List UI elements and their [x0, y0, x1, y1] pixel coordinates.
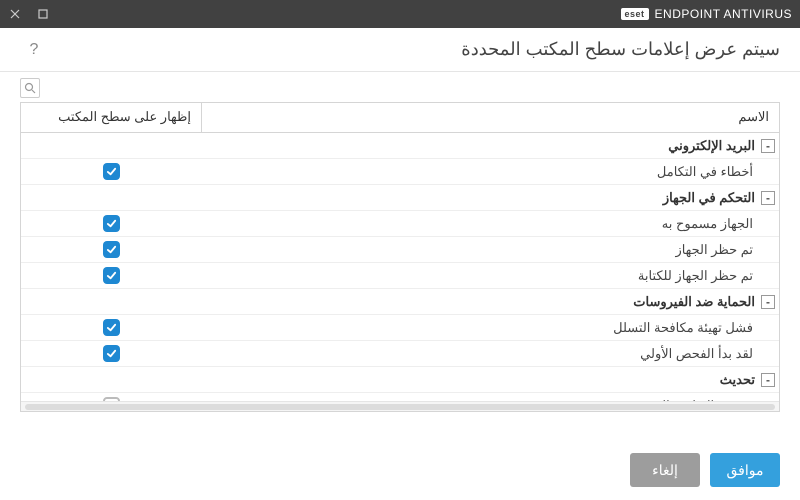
dialog-footer: إلغاء موافق [0, 440, 800, 500]
search-button[interactable] [20, 78, 40, 98]
group-row[interactable]: -تحديث [21, 367, 779, 393]
item-name: الجهاز مسموح به [201, 216, 779, 232]
collapse-icon[interactable]: - [761, 373, 775, 387]
show-checkbox[interactable] [103, 267, 120, 284]
cancel-button[interactable]: إلغاء [630, 453, 700, 487]
table-row: لقد بدأ الفحص الأولي [21, 341, 779, 367]
dialog-header: سيتم عرض إعلامات سطح المكتب المحددة ? [0, 28, 800, 72]
show-checkbox[interactable] [103, 319, 120, 336]
group-label: الحماية ضد الفيروسات [633, 294, 755, 310]
maximize-icon[interactable] [36, 7, 50, 21]
show-checkbox[interactable] [103, 215, 120, 232]
notifications-table: الاسم إظهار على سطح المكتب -البريد الإلك… [20, 102, 780, 412]
show-checkbox[interactable] [103, 345, 120, 362]
titlebar: eset ENDPOINT ANTIVIRUS [0, 0, 800, 28]
group-label: التحكم في الجهاز [663, 190, 755, 206]
brand-name: ENDPOINT ANTIVIRUS [655, 7, 792, 21]
group-label: البريد الإلكتروني [668, 138, 755, 154]
page-title: سيتم عرض إعلامات سطح المكتب المحددة [461, 39, 780, 60]
table-row: فشل تهيئة مكافحة التسلل [21, 315, 779, 341]
table-row: تم حظر الجهاز للكتابة [21, 263, 779, 289]
group-label: تحديث [720, 372, 755, 388]
item-name: فشل تهيئة مكافحة التسلل [201, 320, 779, 336]
collapse-icon[interactable]: - [761, 191, 775, 205]
group-row[interactable]: -التحكم في الجهاز [21, 185, 779, 211]
table-body[interactable]: -البريد الإلكترونيأخطاء في التكامل-التحك… [21, 133, 779, 401]
close-icon[interactable] [8, 7, 22, 21]
collapse-icon[interactable]: - [761, 295, 775, 309]
horizontal-scrollbar[interactable] [21, 401, 779, 411]
table-row: أخطاء في التكامل [21, 159, 779, 185]
table-row: تحديث التطبيق الجديد متوفر [21, 393, 779, 401]
brand-badge: eset [621, 8, 649, 20]
ok-button[interactable]: موافق [710, 453, 780, 487]
group-row[interactable]: -الحماية ضد الفيروسات [21, 289, 779, 315]
collapse-icon[interactable]: - [761, 139, 775, 153]
item-name: تم حظر الجهاز [201, 242, 779, 258]
item-name: لقد بدأ الفحص الأولي [201, 346, 779, 362]
item-name: تم حظر الجهاز للكتابة [201, 268, 779, 284]
column-show-header[interactable]: إظهار على سطح المكتب [21, 103, 201, 132]
item-name: أخطاء في التكامل [201, 164, 779, 180]
app-brand: eset ENDPOINT ANTIVIRUS [621, 7, 792, 21]
help-icon[interactable]: ? [24, 40, 44, 60]
table-row: الجهاز مسموح به [21, 211, 779, 237]
show-checkbox[interactable] [103, 163, 120, 180]
table-header: الاسم إظهار على سطح المكتب [21, 103, 779, 133]
table-row: تم حظر الجهاز [21, 237, 779, 263]
column-name-header[interactable]: الاسم [201, 103, 779, 132]
show-checkbox[interactable] [103, 241, 120, 258]
group-row[interactable]: -البريد الإلكتروني [21, 133, 779, 159]
